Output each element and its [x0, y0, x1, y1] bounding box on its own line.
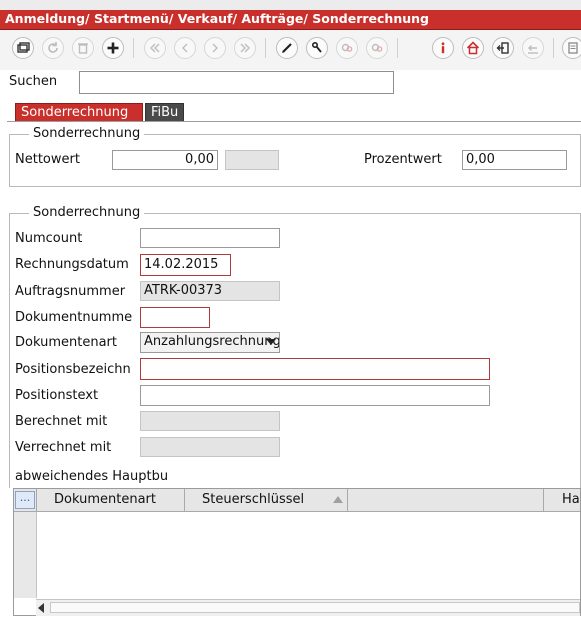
nettowert-field[interactable]: 0,00	[112, 150, 218, 170]
tab-sonderrechnung[interactable]: Sonderrechnung	[15, 103, 143, 122]
table-corner: ...	[14, 489, 37, 511]
toolbar-separator	[553, 38, 554, 58]
first-icon[interactable]	[144, 37, 166, 59]
column-header-hauptbuch[interactable]: Ha	[544, 489, 580, 511]
column-header-empty[interactable]	[348, 489, 544, 511]
edit-icon[interactable]	[276, 37, 298, 59]
sort-icon	[333, 496, 343, 503]
prozentwert-label: Prozentwert	[364, 152, 442, 167]
rechnungsdatum-field[interactable]: 14.02.2015	[140, 254, 231, 276]
group-legend: Sonderrechnung	[29, 126, 145, 141]
auftragsnummer-label: Auftragsnummer	[15, 284, 126, 299]
row-header-column	[14, 512, 37, 598]
numcount-field[interactable]	[140, 228, 280, 248]
info-icon[interactable]	[432, 37, 454, 59]
dokumentenart-select[interactable]: Anzahlungsrechnung	[140, 332, 280, 353]
positionsbezeichnung-field[interactable]	[140, 358, 490, 380]
scroll-left-icon[interactable]	[38, 603, 44, 613]
dokumentnummer-field[interactable]	[140, 307, 210, 328]
breadcrumb: Anmeldung/ Startmenü/ Verkauf/ Aufträge/…	[5, 11, 429, 26]
search-link-icon[interactable]	[336, 37, 358, 59]
dokumentenart-value: Anzahlungsrechnung	[144, 334, 280, 349]
menu-icon[interactable]	[562, 37, 581, 59]
add-icon[interactable]	[102, 37, 124, 59]
nettowert-label: Nettowert	[15, 152, 80, 167]
next-icon[interactable]	[204, 37, 226, 59]
search-label: Suchen	[9, 74, 58, 89]
hauptbuch-table: ... Dokumentenart Steuerschlüssel Ha	[13, 488, 581, 616]
column-header-steuerschluessel[interactable]: Steuerschlüssel	[185, 489, 348, 511]
table-header: ... Dokumentenart Steuerschlüssel Ha	[14, 489, 580, 512]
import-icon[interactable]	[522, 37, 544, 59]
refresh-icon[interactable]	[42, 37, 64, 59]
numcount-label: Numcount	[15, 231, 83, 246]
prozentwert-field[interactable]: 0,00	[462, 150, 567, 170]
verrechnet-mit-field	[140, 437, 280, 457]
tab-underline	[7, 121, 581, 122]
window-titlebar: Anmeldung/ Startmenü/ Verkauf/ Aufträge/…	[0, 0, 581, 30]
toolbar-separator	[133, 38, 134, 58]
auftragsnummer-field: ATRK-00373	[140, 281, 280, 301]
rechnungsdatum-label: Rechnungsdatum	[15, 257, 129, 272]
group-legend: Sonderrechnung	[29, 205, 145, 220]
trash-icon[interactable]	[72, 37, 94, 59]
exit-icon[interactable]	[492, 37, 514, 59]
berechnet-mit-field	[140, 411, 280, 431]
toolbar	[0, 30, 581, 70]
horizontal-scrollbar[interactable]	[36, 599, 580, 616]
chevron-down-icon	[266, 339, 276, 345]
last-icon[interactable]	[234, 37, 256, 59]
breadcrumb-bar: Anmeldung/ Startmenü/ Verkauf/ Aufträge/…	[0, 10, 581, 30]
toolbar-separator	[265, 38, 266, 58]
dokumentnummer-label: Dokumentnumme	[15, 310, 133, 325]
tab-fibu[interactable]: FiBu	[145, 103, 184, 122]
positionsbezeichnung-label: Positionsbezeichn	[15, 362, 131, 377]
scrollbar-track[interactable]	[50, 602, 580, 613]
abweichendes-hauptbuch-label: abweichendes Hauptbu	[15, 469, 169, 484]
prev-icon[interactable]	[174, 37, 196, 59]
tool-icon[interactable]	[306, 37, 328, 59]
verrechnet-mit-label: Verrechnet mit	[15, 440, 112, 455]
search-input[interactable]	[79, 71, 394, 94]
column-header-dokumentenart[interactable]: Dokumentenart	[37, 489, 185, 511]
toolbar-separator	[397, 38, 398, 58]
positionstext-label: Positionstext	[15, 388, 99, 403]
dokumentenart-label: Dokumentenart	[15, 335, 117, 350]
berechnet-mit-label: Berechnet mit	[15, 414, 108, 429]
nettowert-extra-field	[225, 150, 279, 170]
search-unlink-icon[interactable]	[366, 37, 388, 59]
table-options-button[interactable]: ...	[15, 491, 35, 509]
column-header-label: Steuerschlüssel	[202, 492, 305, 507]
home-icon[interactable]	[462, 37, 484, 59]
positionstext-field[interactable]	[140, 385, 490, 406]
window-icon[interactable]	[12, 37, 34, 59]
